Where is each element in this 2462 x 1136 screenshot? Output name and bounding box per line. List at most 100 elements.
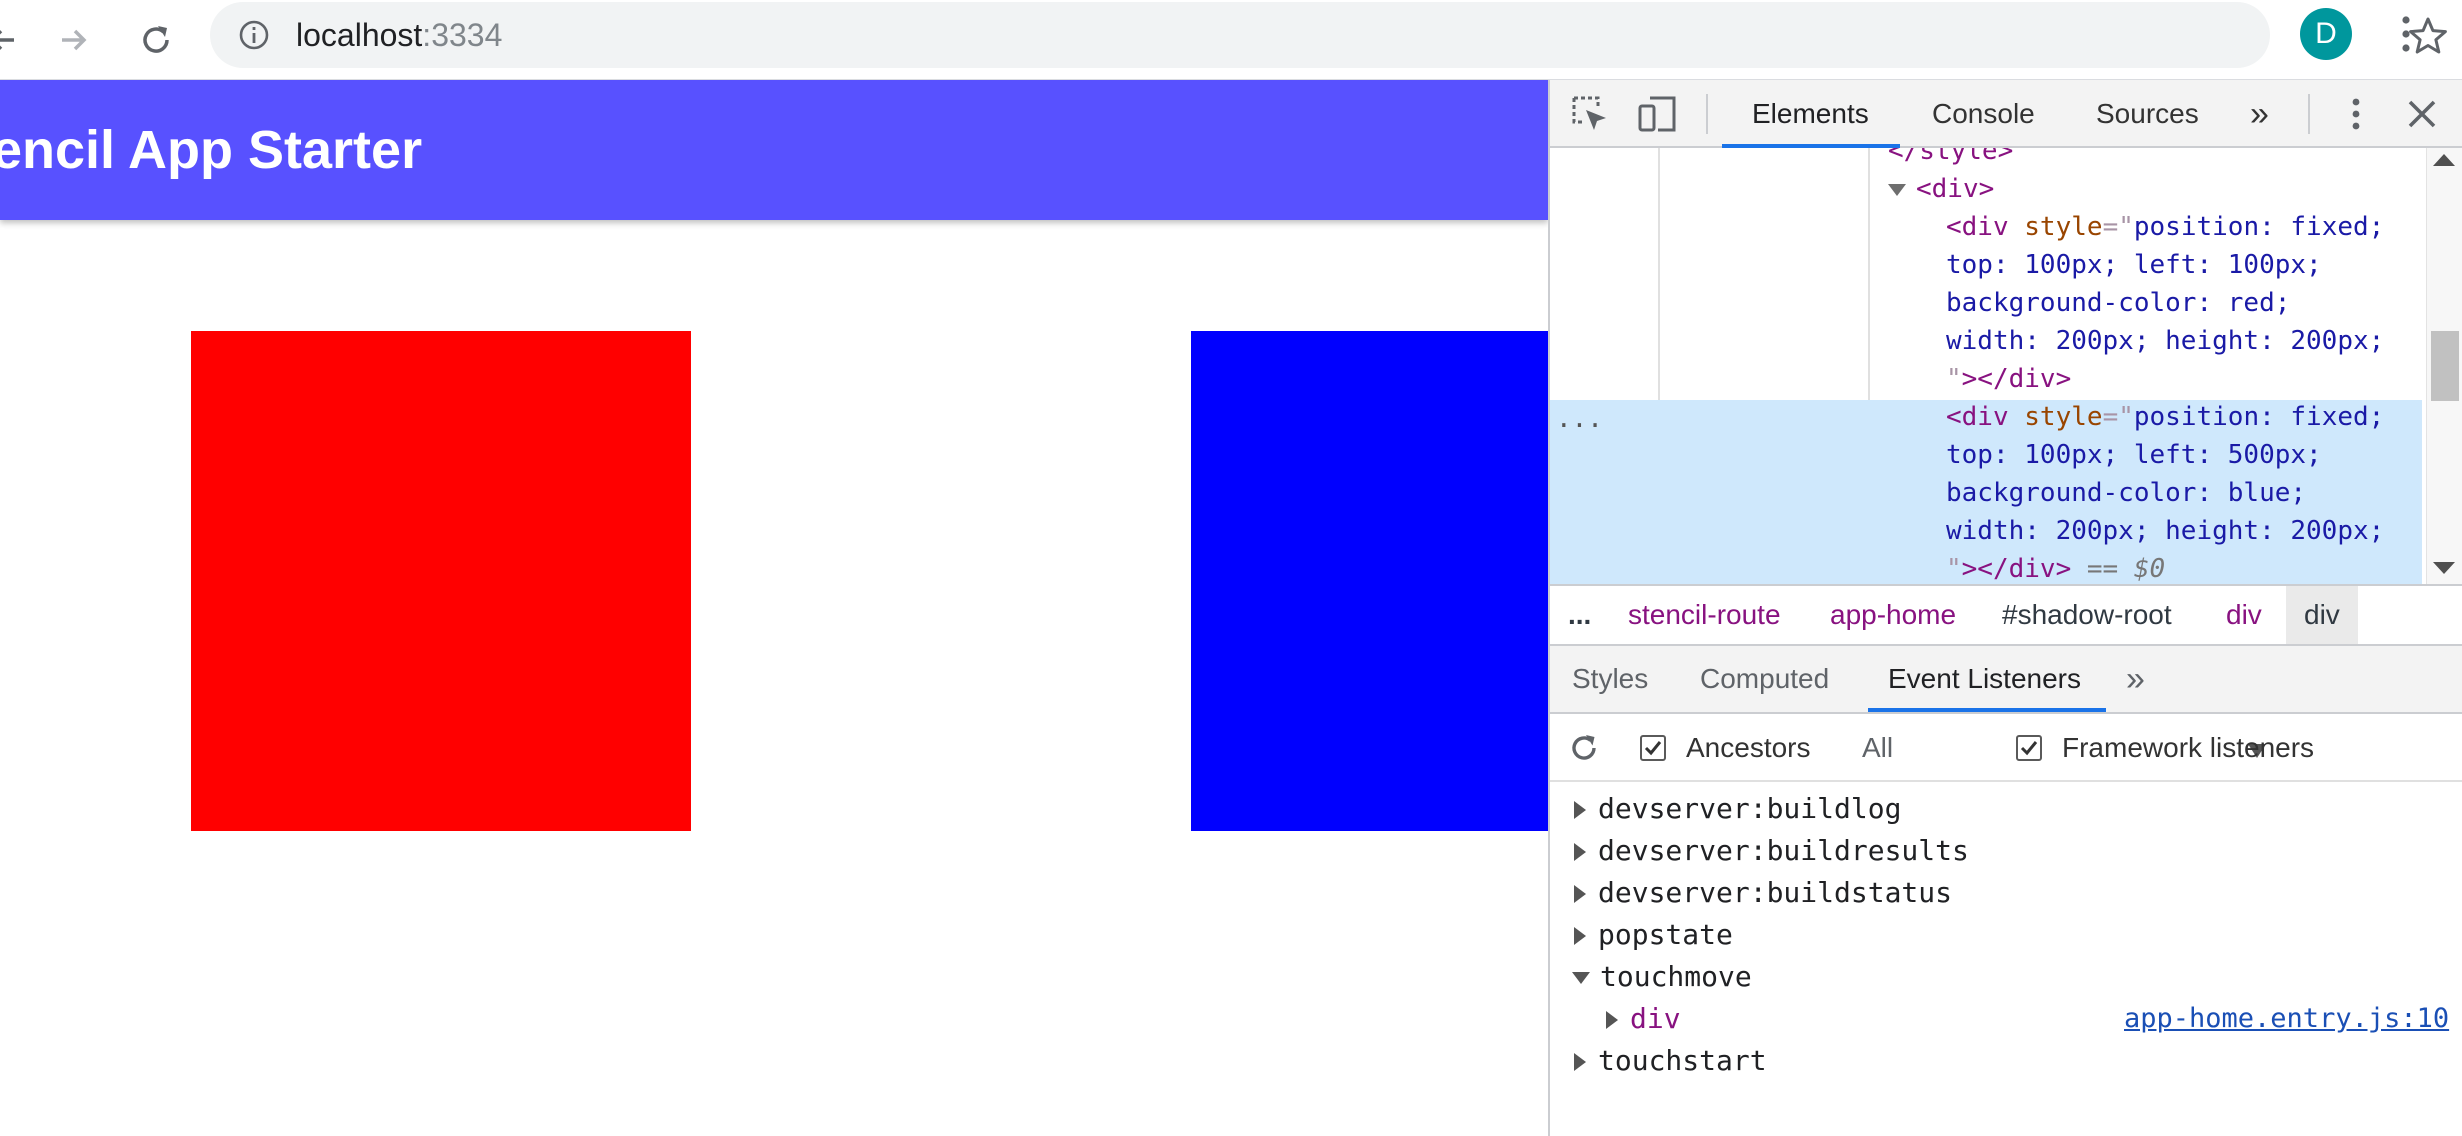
back-arrow-icon — [0, 30, 14, 50]
devtools-menu-icon[interactable] — [2334, 92, 2378, 136]
framework-listeners-label: Framework listeners — [2062, 732, 2315, 763]
listener-name: devserver:buildresults — [1598, 834, 1969, 867]
more-tabs-icon[interactable]: » — [2126, 646, 2145, 712]
dom-line-blue-div-cont: background-color: blue; — [1946, 474, 2306, 512]
active-tab-indicator — [1868, 708, 2106, 712]
listener-child-row[interactable]: div app-home.entry.js:10 — [1606, 998, 2462, 1040]
attr-name: style — [2024, 212, 2103, 242]
forward-arrow-icon — [62, 29, 87, 51]
list-item[interactable]: devserver:buildstatus — [1574, 872, 1952, 914]
kebab-menu-icon[interactable] — [2390, 12, 2422, 56]
attr-value: top: 100px; left: 500px; — [1946, 440, 2322, 470]
scroll-up-arrow-icon[interactable] — [2433, 154, 2455, 166]
attr-value: background-color: red; — [1946, 288, 2291, 318]
devtools-panel: Elements Console Sources » ... </style> … — [1548, 80, 2462, 1136]
reload-icon — [143, 26, 169, 53]
expand-triangle-icon[interactable] — [1574, 1053, 1586, 1071]
browser-toolbar: localhost:3334 D — [0, 0, 2462, 80]
list-item[interactable]: touchmove — [1572, 956, 1752, 998]
list-item[interactable]: touchstart — [1574, 1040, 1767, 1082]
avatar[interactable]: D — [2300, 8, 2352, 60]
tab-event-listeners[interactable]: Event Listeners — [1888, 646, 2081, 712]
dom-line-red-div-cont: background-color: red; — [1946, 284, 2290, 322]
breadcrumb-ellipsis[interactable]: ... — [1568, 586, 1591, 644]
more-tabs-icon[interactable]: » — [2250, 80, 2269, 148]
breadcrumb-item[interactable]: div — [2226, 586, 2262, 644]
info-icon[interactable] — [238, 19, 270, 51]
list-item[interactable]: popstate — [1574, 914, 1733, 956]
list-item[interactable]: devserver:buildlog — [1574, 788, 1901, 830]
attr-value: position: fixed; — [2133, 212, 2385, 242]
expand-triangle-icon[interactable] — [1574, 843, 1586, 861]
indent-guide — [1868, 148, 1870, 400]
close-icon[interactable] — [2400, 92, 2444, 136]
toolbar-divider — [2308, 94, 2310, 134]
tab-elements[interactable]: Elements — [1752, 80, 1869, 148]
expand-triangle-icon[interactable] — [1574, 885, 1586, 903]
dom-line-blue-div[interactable]: <div style="position: fixed; — [1946, 398, 2384, 436]
tag-text: <div — [1946, 212, 2009, 242]
breadcrumb-item[interactable]: #shadow-root — [2002, 586, 2172, 644]
blue-square[interactable] — [1191, 331, 1548, 831]
collapse-triangle-icon[interactable] — [1572, 972, 1590, 984]
reload-button[interactable] — [124, 8, 188, 72]
breadcrumb-item[interactable]: app-home — [1830, 586, 1956, 644]
toolbar-divider — [1706, 94, 1708, 134]
quote-text: " — [1946, 554, 1962, 584]
dom-line-blue-div-close: "></div> == $0 — [1946, 550, 2165, 588]
breadcrumb-current[interactable]: div — [2286, 586, 2358, 644]
dom-line-style-close[interactable]: </style> — [1888, 148, 2013, 170]
listener-filter-select[interactable]: All — [1840, 714, 2266, 782]
dom-line-blue-div-cont: width: 200px; height: 200px; — [1946, 512, 2384, 550]
attr-value: position: fixed; — [2133, 402, 2385, 432]
tab-styles[interactable]: Styles — [1572, 646, 1648, 712]
list-item[interactable]: devserver:buildresults — [1574, 830, 1969, 872]
listener-node: div — [1630, 1002, 1681, 1035]
url-text[interactable]: localhost:3334 — [296, 16, 502, 54]
scroll-down-arrow-icon[interactable] — [2433, 562, 2455, 574]
tag-text: <div> — [1916, 174, 1995, 204]
expand-triangle-icon[interactable] — [1606, 1011, 1618, 1029]
page-viewport: tencil App Starter — [0, 80, 1548, 1136]
scroll-thumb[interactable] — [2431, 331, 2459, 401]
devtools-toolbar: Elements Console Sources » — [1550, 80, 2462, 148]
forward-button[interactable] — [42, 8, 106, 72]
checkmark-icon — [2020, 741, 2038, 756]
ancestors-checkbox[interactable] — [1640, 735, 1666, 761]
source-link[interactable]: app-home.entry.js:10 — [2124, 998, 2449, 1040]
attr-value: background-color: blue; — [1946, 478, 2307, 508]
dom-line-red-div-close: "></div> — [1946, 360, 2071, 398]
breadcrumb-item[interactable]: stencil-route — [1628, 586, 1781, 644]
device-toolbar-icon[interactable] — [1636, 92, 1680, 136]
refresh-icon[interactable] — [1568, 732, 1600, 764]
red-square[interactable] — [191, 331, 691, 831]
address-bar[interactable]: localhost:3334 — [210, 2, 2447, 68]
tag-text: <div — [1946, 402, 2009, 432]
tab-console[interactable]: Console — [1932, 80, 2035, 148]
dom-line-blue-div-cont: top: 100px; left: 500px; — [1946, 436, 2322, 474]
dom-line-red-div-cont: width: 200px; height: 200px; — [1946, 322, 2384, 360]
tag-text: </style> — [1888, 148, 2014, 166]
quote-text: " — [1946, 364, 1962, 394]
listener-name: popstate — [1598, 918, 1733, 951]
tab-computed[interactable]: Computed — [1700, 646, 1829, 712]
url-host: localhost — [296, 17, 423, 53]
expand-triangle-icon[interactable] — [1574, 801, 1586, 819]
dom-line-div-open[interactable]: <div> — [1888, 170, 1994, 208]
attr-value: top: 100px; left: 100px; — [1946, 250, 2322, 280]
dom-scrollbar[interactable] — [2426, 148, 2462, 588]
listener-name: touchmove — [1600, 960, 1752, 993]
checkmark-icon — [1644, 741, 1662, 756]
page-title: tencil App Starter — [0, 120, 423, 180]
node-actions-ellipsis[interactable]: ... — [1556, 400, 1603, 438]
tab-sources[interactable]: Sources — [2096, 80, 2199, 148]
framework-listeners-checkbox[interactable] — [2016, 735, 2042, 761]
inspect-element-icon[interactable] — [1568, 92, 1612, 136]
expand-triangle-icon[interactable] — [1574, 927, 1586, 945]
listener-name: touchstart — [1598, 1044, 1767, 1077]
back-button[interactable] — [0, 8, 34, 72]
dom-line-red-div[interactable]: <div style="position: fixed; — [1946, 208, 2384, 246]
expand-triangle-icon[interactable] — [1888, 183, 1906, 196]
sidebar-tabs: Styles Computed Event Listeners » — [1550, 646, 2462, 714]
tag-text: ></div> — [1961, 554, 2072, 584]
